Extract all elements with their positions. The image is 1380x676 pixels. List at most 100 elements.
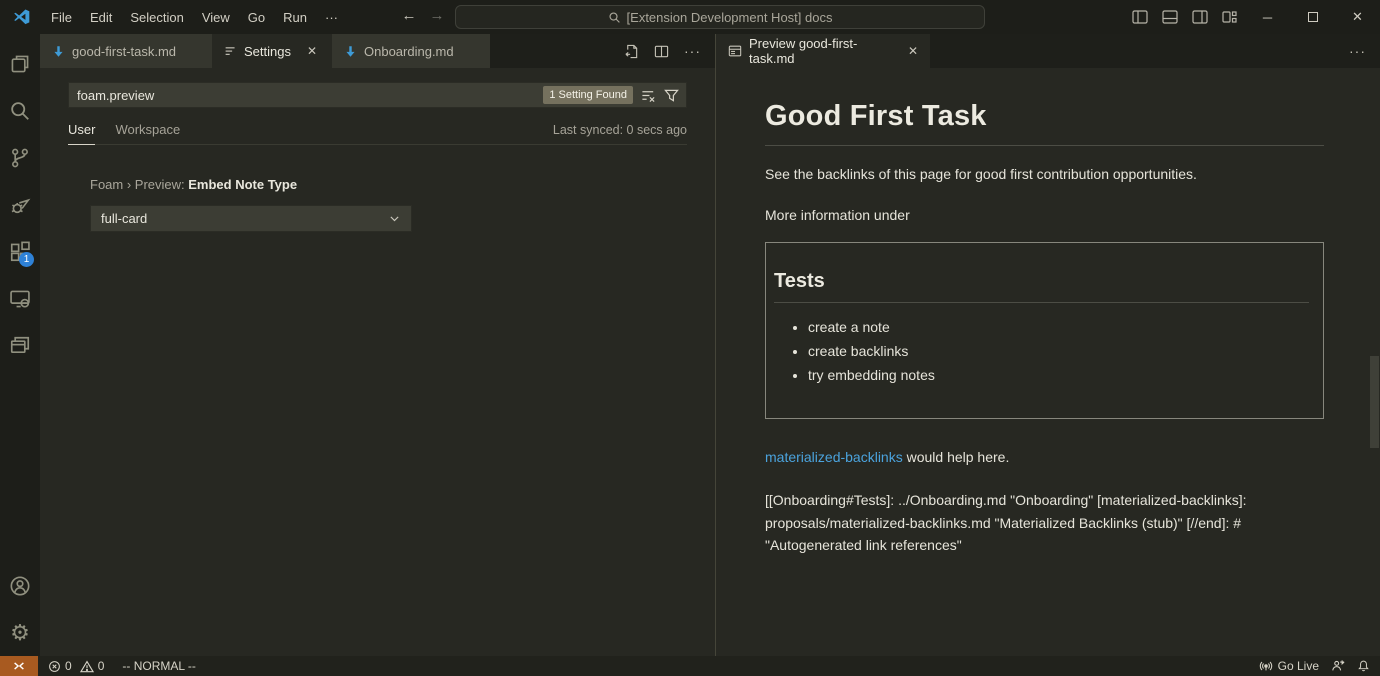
preview-scrollbar[interactable] — [1370, 356, 1379, 448]
tab-settings[interactable]: Settings ✕ — [212, 34, 332, 68]
embedded-note-card: Tests create a note create backlinks try… — [765, 242, 1324, 419]
command-center-search[interactable]: [Extension Development Host] docs — [455, 5, 985, 29]
list-item: create backlinks — [808, 343, 1309, 359]
menu-view[interactable]: View — [193, 5, 239, 30]
go-forward-icon[interactable]: → — [426, 7, 448, 24]
editor-layouts-icon[interactable] — [0, 322, 40, 369]
menu-edit[interactable]: Edit — [81, 5, 121, 30]
tab-preview-good-first-task[interactable]: Preview good-first-task.md ✕ — [716, 34, 930, 68]
run-and-debug-icon[interactable] — [0, 181, 40, 228]
search-icon — [608, 11, 621, 24]
maximize-button[interactable] — [1290, 0, 1335, 34]
preview-title: Good First Task — [765, 100, 1324, 133]
go-live-button[interactable]: Go Live — [1259, 659, 1319, 673]
menu-overflow-icon[interactable]: ··· — [316, 5, 347, 30]
settings-search-box: 1 Setting Found — [68, 82, 687, 108]
materialized-backlinks-link[interactable]: materialized-backlinks — [765, 449, 903, 465]
tabbar-right: Preview good-first-task.md ✕ ··· — [716, 34, 1380, 68]
editor-actions-left: ··· — [624, 34, 715, 68]
markdown-file-icon — [344, 45, 357, 58]
close-window-button[interactable]: ✕ — [1335, 0, 1380, 34]
link-suffix-text: would help here. — [903, 449, 1010, 465]
list-item: create a note — [808, 319, 1309, 335]
accounts-icon[interactable] — [0, 562, 40, 609]
problems-indicator[interactable]: 0 0 — [48, 659, 108, 673]
settings-gear-icon[interactable]: ⚙ — [0, 609, 40, 656]
clear-settings-search-icon[interactable] — [641, 88, 656, 103]
settings-count-badge: 1 Setting Found — [543, 86, 633, 104]
setting-item: Foam › Preview: Embed Note Type full-car… — [68, 177, 687, 232]
customize-layout-icon[interactable] — [1215, 0, 1245, 34]
tab-label: good-first-task.md — [72, 44, 176, 59]
menu-file[interactable]: File — [42, 5, 81, 30]
tab-label: Settings — [244, 44, 291, 59]
menubar: File Edit Selection View Go Run ··· — [42, 5, 347, 30]
explorer-icon[interactable] — [0, 40, 40, 87]
markdown-file-icon — [52, 45, 65, 58]
settings-editor-icon — [224, 45, 237, 58]
select-value: full-card — [101, 211, 147, 226]
titlebar: File Edit Selection View Go Run ··· ← → … — [0, 0, 1380, 34]
filter-settings-icon[interactable] — [664, 88, 679, 103]
menu-run[interactable]: Run — [274, 5, 316, 30]
more-actions-icon[interactable]: ··· — [684, 43, 701, 59]
errors-count: 0 — [65, 659, 72, 673]
errors-icon — [48, 660, 61, 673]
tab-label: Onboarding.md — [364, 44, 454, 59]
activity-bar: 1 ⚙ — [0, 34, 40, 656]
gear-glyph: ⚙ — [10, 622, 30, 644]
status-bar-right: Go Live — [1259, 659, 1380, 673]
status-bar: 0 0 -- NORMAL -- Go Live — [0, 656, 1380, 676]
toggle-panel-icon[interactable] — [1155, 0, 1185, 34]
preview-paragraph: See the backlinks of this page for good … — [765, 166, 1324, 182]
setting-title: Foam › Preview: Embed Note Type — [90, 177, 687, 192]
embed-note-type-select[interactable]: full-card — [90, 205, 412, 232]
editor-group-right: Preview good-first-task.md ✕ ··· Good Fi… — [716, 34, 1380, 656]
more-actions-icon[interactable]: ··· — [1349, 43, 1366, 59]
split-editor-icon[interactable] — [654, 44, 669, 59]
settings-editor: 1 Setting Found User Workspace Last sync… — [40, 68, 715, 232]
minimize-button[interactable]: ─ — [1245, 0, 1290, 34]
vim-mode-indicator[interactable]: -- NORMAL -- — [122, 659, 196, 673]
remote-explorer-icon[interactable] — [0, 275, 40, 322]
notifications-bell-icon[interactable] — [1357, 659, 1370, 673]
editor-group-left: good-first-task.md Settings ✕ Onboarding… — [40, 34, 716, 656]
search-view-icon[interactable] — [0, 87, 40, 134]
warnings-icon — [80, 660, 94, 673]
list-item: try embedding notes — [808, 367, 1309, 383]
setting-name: Embed Note Type — [188, 177, 297, 192]
tabbar-left: good-first-task.md Settings ✕ Onboarding… — [40, 34, 715, 68]
preview-paragraph: materialized-backlinks would help here. — [765, 449, 1324, 465]
embed-bullet-list: create a note create backlinks try embed… — [774, 319, 1309, 383]
feedback-icon[interactable] — [1331, 659, 1345, 673]
toggle-secondary-sidebar-icon[interactable] — [1185, 0, 1215, 34]
toggle-primary-sidebar-icon[interactable] — [1125, 0, 1155, 34]
markdown-preview-icon — [728, 44, 742, 58]
open-settings-json-icon[interactable] — [624, 44, 639, 59]
settings-search-input[interactable] — [77, 88, 535, 103]
remote-indicator[interactable] — [0, 656, 38, 676]
embed-heading: Tests — [774, 270, 1309, 293]
extensions-icon[interactable]: 1 — [0, 228, 40, 275]
preview-paragraph: More information under — [765, 207, 1324, 223]
close-tab-icon[interactable]: ✕ — [307, 44, 317, 58]
go-back-icon[interactable]: ← — [398, 7, 420, 24]
chevron-down-icon — [388, 212, 401, 225]
tab-onboarding[interactable]: Onboarding.md — [332, 34, 490, 68]
menu-selection[interactable]: Selection — [121, 5, 192, 30]
scope-tab-user[interactable]: User — [68, 122, 95, 145]
tab-good-first-task[interactable]: good-first-task.md — [40, 34, 212, 68]
close-tab-icon[interactable]: ✕ — [908, 44, 918, 58]
link-references-paragraph: [[Onboarding#Tests]: ../Onboarding.md "O… — [765, 489, 1324, 557]
source-control-icon[interactable] — [0, 134, 40, 181]
scope-tab-workspace[interactable]: Workspace — [115, 122, 180, 144]
editor-actions-right: ··· — [1349, 34, 1380, 68]
broadcast-icon — [1259, 659, 1273, 673]
main-area: 1 ⚙ good-first-task.md Se — [0, 34, 1380, 656]
menu-go[interactable]: Go — [239, 5, 274, 30]
vscode-logo-icon — [13, 9, 30, 26]
embed-heading-rule — [774, 302, 1309, 303]
extensions-badge: 1 — [19, 252, 34, 267]
maximize-icon — [1308, 12, 1318, 22]
title-rule — [765, 145, 1324, 146]
